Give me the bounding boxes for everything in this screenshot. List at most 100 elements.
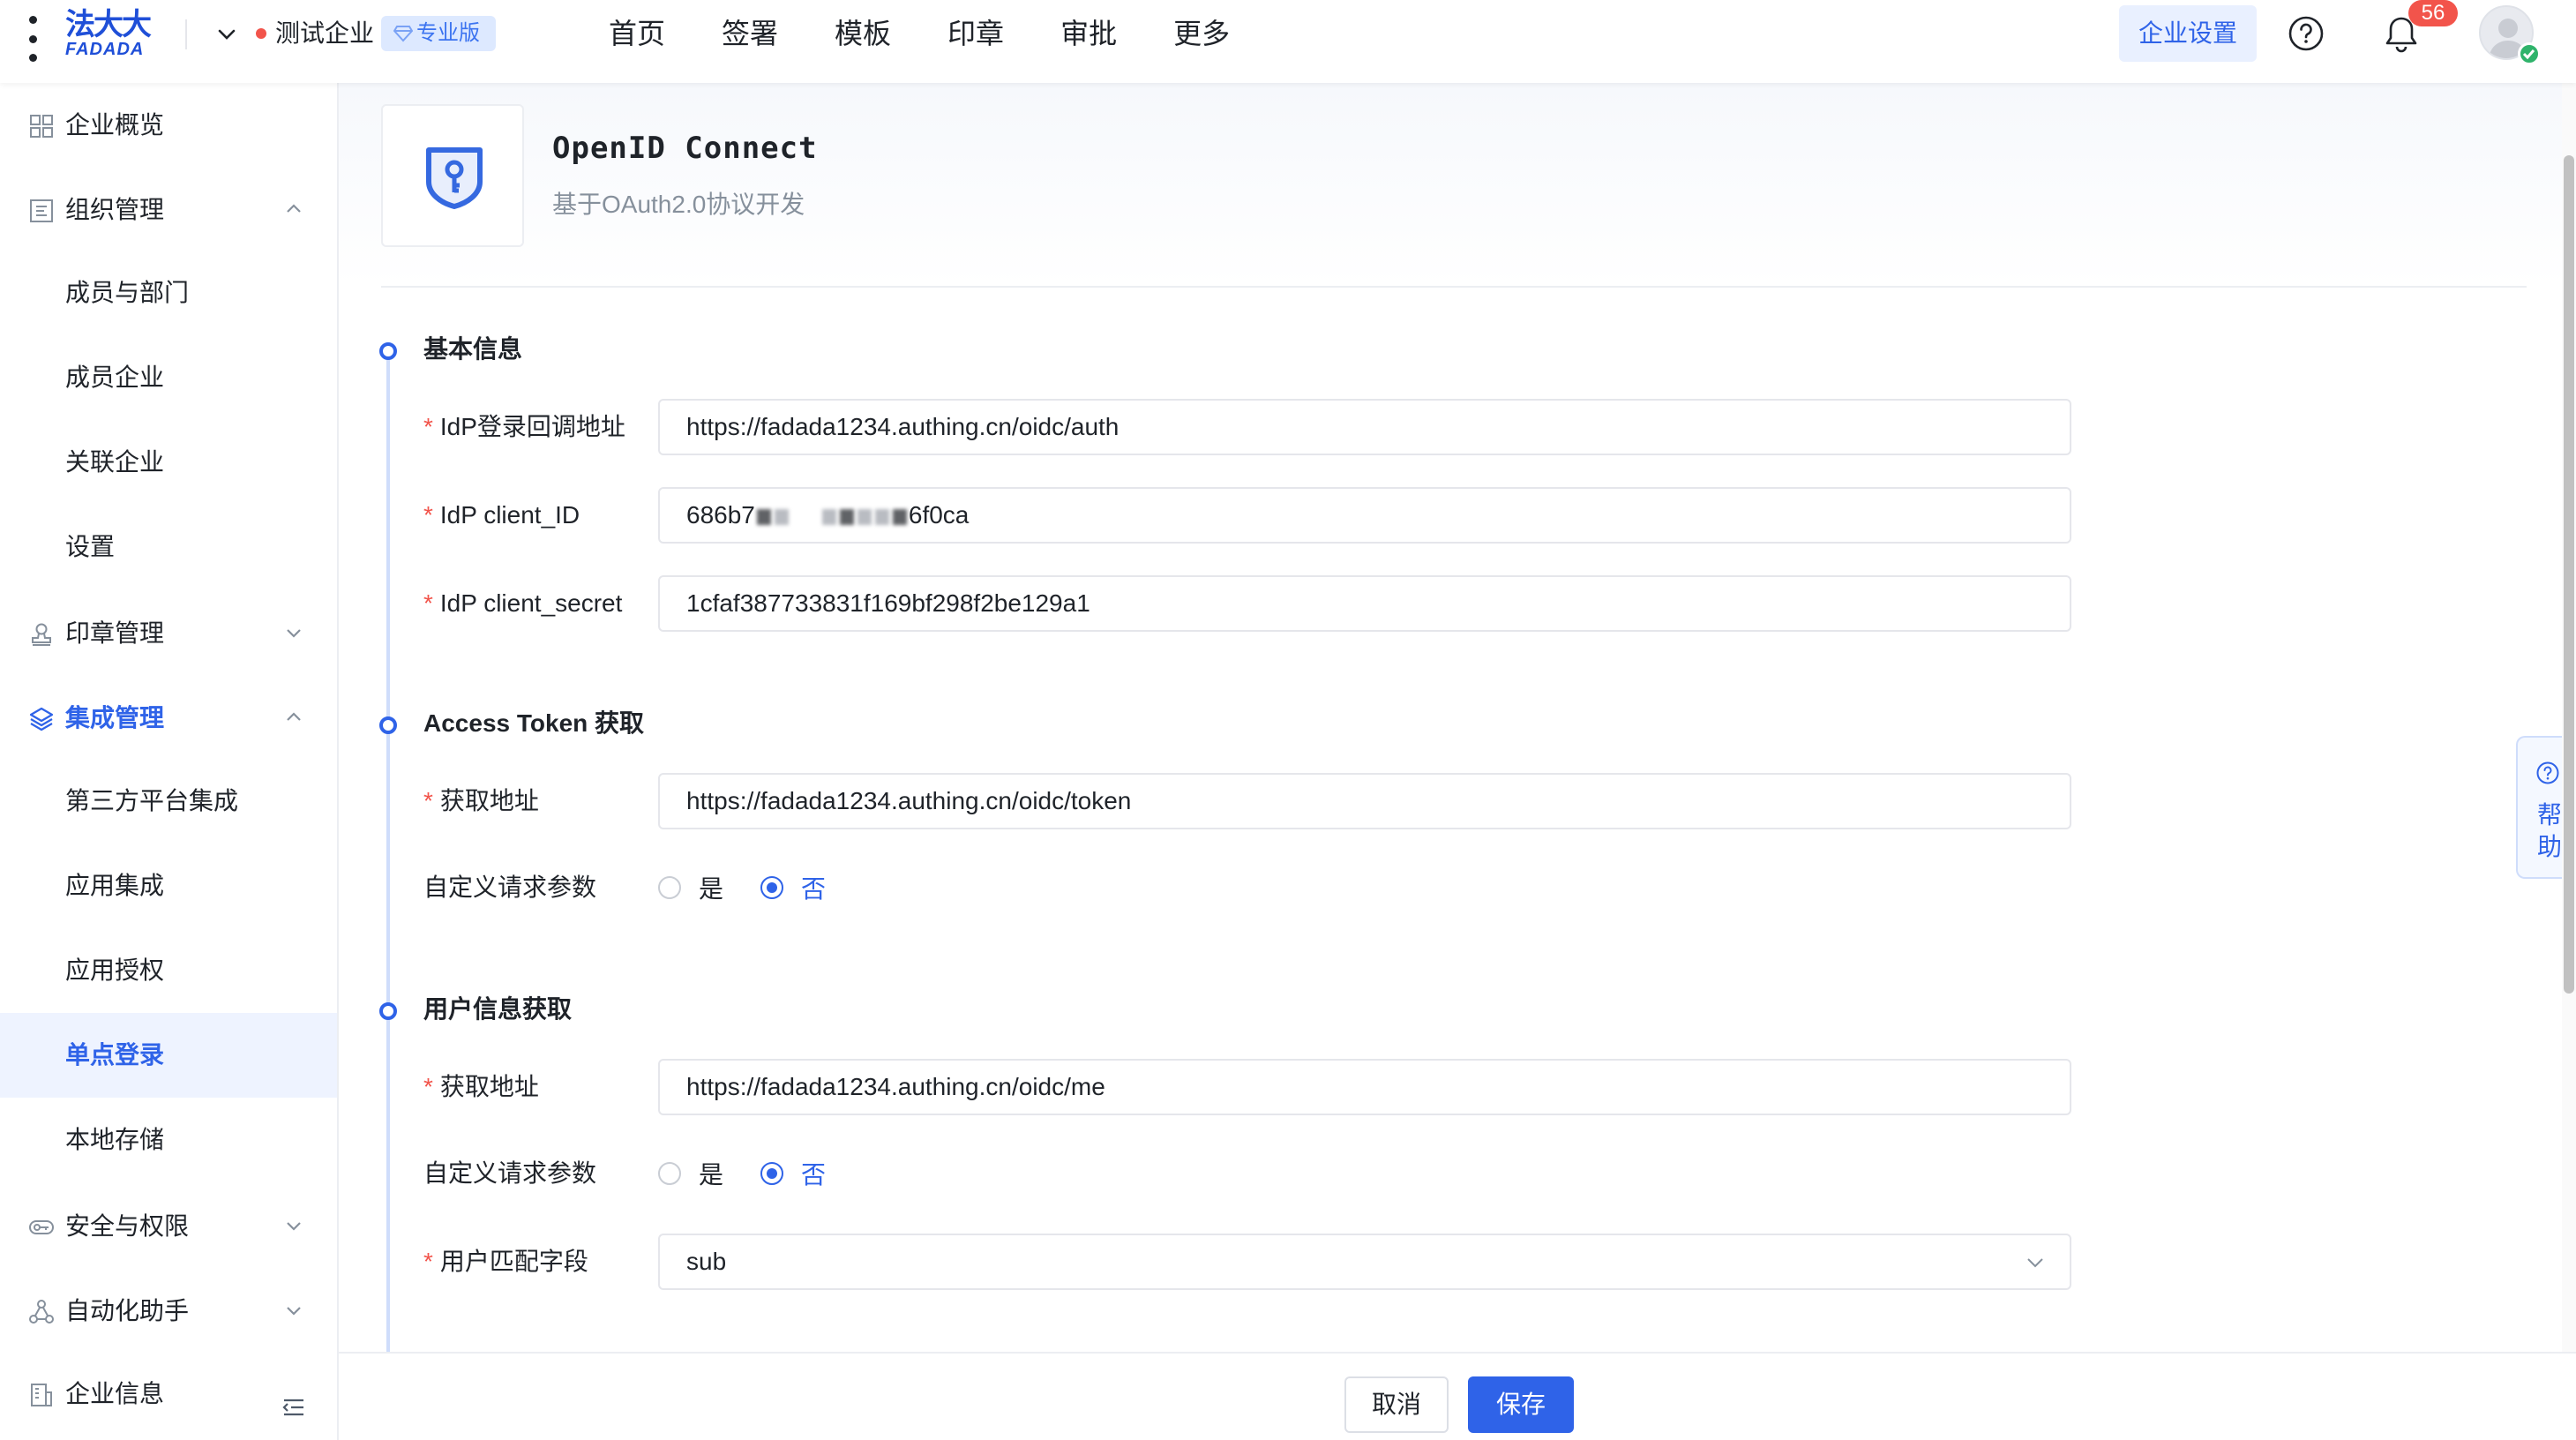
input-value: https://fadada1234.authing.cn/oidc/auth — [686, 413, 1120, 440]
sidebar-item-app-integration[interactable]: 应用集成 — [0, 844, 337, 928]
notification-badge: 56 — [2408, 0, 2458, 26]
user-match-field-label: * 用户匹配字段 — [423, 1246, 588, 1278]
sidebar-item-label: 单点登录 — [65, 1041, 165, 1069]
nav-template[interactable]: 模板 — [835, 12, 891, 55]
label-text: IdP client_secret — [439, 589, 623, 617]
sidebar-item-label: 安全与权限 — [65, 1212, 190, 1240]
provider-subtitle: 基于OAuth2.0协议开发 — [552, 191, 805, 218]
sidebar-item-third-party-integration[interactable]: 第三方平台集成 — [0, 759, 337, 844]
user-match-field-select[interactable]: sub — [658, 1234, 2071, 1290]
save-button[interactable]: 保存 — [1468, 1376, 1574, 1433]
input-value-prefix: 686b7 — [686, 501, 755, 529]
sidebar-item-automation[interactable]: 自动化助手 — [0, 1269, 337, 1354]
sidebar-item-member-companies[interactable]: 成员企业 — [0, 335, 337, 420]
shield-key-icon — [426, 147, 483, 209]
radio-label-no[interactable]: 否 — [801, 1156, 826, 1191]
building-icon — [31, 1384, 52, 1406]
section-title-token: Access Token 获取 — [423, 709, 645, 737]
sidebar-item-label: 应用集成 — [65, 872, 165, 899]
timeline-dot — [379, 716, 397, 734]
required-mark: * — [423, 1248, 433, 1275]
section-title-basic: 基本信息 — [423, 335, 523, 363]
userinfo-custom-no-radio[interactable] — [760, 1162, 784, 1185]
sidebar-item-members-departments[interactable]: 成员与部门 — [0, 251, 337, 335]
select-value: sub — [686, 1248, 727, 1275]
client-id-input[interactable]: 686b7 6f0ca — [658, 487, 2071, 544]
userinfo-custom-yes-radio[interactable] — [658, 1162, 681, 1185]
logo[interactable]: 法大大 FADADA — [65, 9, 162, 58]
chevron-down-icon[interactable] — [215, 23, 238, 46]
nav-more[interactable]: 更多 — [1173, 12, 1230, 55]
layers-icon — [29, 707, 54, 731]
client-secret-label: * IdP client_secret — [423, 588, 622, 619]
sidebar-item-local-storage[interactable]: 本地存储 — [0, 1098, 337, 1182]
stamp-icon — [32, 623, 51, 646]
token-url-input[interactable]: https://fadada1234.authing.cn/oidc/token — [658, 773, 2071, 829]
nav-home[interactable]: 首页 — [609, 12, 665, 55]
edition-label: 专业版 — [416, 21, 480, 45]
company-name[interactable]: 测试企业 — [275, 18, 374, 49]
sidebar-item-label: 应用授权 — [65, 956, 165, 984]
sidebar-item-security[interactable]: 安全与权限 — [0, 1184, 337, 1269]
header-divider — [185, 19, 187, 49]
sidebar-item-integration[interactable]: 集成管理 — [0, 676, 337, 761]
sidebar-item-sso[interactable]: 单点登录 — [0, 1013, 337, 1098]
redacted-block — [839, 509, 854, 525]
chevron-down-icon — [2027, 1258, 2043, 1268]
sidebar-item-app-authorization[interactable]: 应用授权 — [0, 928, 337, 1013]
grid-icon — [30, 115, 53, 138]
required-mark: * — [423, 589, 433, 617]
app-menu-icon[interactable] — [25, 16, 41, 62]
sidebar-item-label: 企业信息 — [65, 1380, 165, 1407]
sidebar: 企业概览 组织管理 成员与部门 成员企业 关联企业 设置 印章管理 集成管理 第… — [0, 83, 339, 1440]
sidebar-item-related-companies[interactable]: 关联企业 — [0, 420, 337, 505]
redacted-block — [892, 509, 907, 525]
sidebar-item-seal-management[interactable]: 印章管理 — [0, 591, 337, 676]
input-value: https://fadada1234.authing.cn/oidc/token — [686, 787, 1132, 814]
sidebar-item-label: 设置 — [65, 533, 116, 560]
help-icon[interactable] — [2287, 14, 2325, 53]
sidebar-item-label: 关联企业 — [65, 448, 165, 476]
sidebar-item-overview[interactable]: 企业概览 — [0, 83, 337, 168]
radio-label-no[interactable]: 否 — [801, 870, 826, 905]
sidebar-item-org-settings[interactable]: 设置 — [0, 505, 337, 589]
collapse-sidebar-icon[interactable] — [281, 1394, 307, 1421]
form-footer: 取消 保存 — [339, 1352, 2576, 1440]
input-value: 1cfaf387733831f169bf298f2be129a1 — [686, 589, 1090, 617]
nav-sign[interactable]: 签署 — [722, 12, 778, 55]
token-custom-params-label: 自定义请求参数 — [423, 874, 597, 901]
edition-badge: 专业版 — [381, 16, 496, 51]
input-value-suffix: 6f0ca — [908, 501, 970, 529]
org-chart-icon — [30, 199, 53, 222]
provider-logo-card — [381, 104, 524, 247]
callback-url-input[interactable]: https://fadada1234.authing.cn/oidc/auth — [658, 399, 2071, 455]
redacted-block — [874, 509, 889, 525]
enterprise-settings-button[interactable]: 企业设置 — [2119, 5, 2257, 62]
token-custom-no-radio[interactable] — [760, 876, 784, 899]
token-custom-yes-radio[interactable] — [658, 876, 681, 899]
nav-seal[interactable]: 印章 — [947, 12, 1004, 55]
nav-approval[interactable]: 审批 — [1060, 12, 1117, 55]
sidebar-item-label: 印章管理 — [65, 619, 165, 647]
cancel-button[interactable]: 取消 — [1344, 1376, 1449, 1433]
token-custom-params-radio-group: 是 否 — [658, 870, 863, 905]
chevron-down-icon — [287, 629, 301, 638]
label-text: 用户匹配字段 — [439, 1248, 588, 1275]
userinfo-custom-params-label: 自定义请求参数 — [423, 1159, 597, 1187]
sidebar-item-organization[interactable]: 组织管理 — [0, 168, 337, 252]
redacted-block — [756, 509, 771, 525]
radio-label-yes[interactable]: 是 — [699, 1156, 723, 1191]
client-secret-input[interactable]: 1cfaf387733831f169bf298f2be129a1 — [658, 575, 2071, 632]
label-text: 获取地址 — [439, 1073, 539, 1100]
header-gradient — [339, 83, 2576, 286]
redacted-block — [774, 509, 789, 525]
redacted-block — [857, 509, 872, 525]
sidebar-item-label: 第三方平台集成 — [65, 787, 239, 814]
userinfo-url-input[interactable]: https://fadada1234.authing.cn/oidc/me — [658, 1059, 2071, 1115]
main-nav: 首页 签署 模板 印章 审批 更多 — [609, 12, 1286, 55]
radio-label-yes[interactable]: 是 — [699, 870, 723, 905]
scrollbar-thumb[interactable] — [2564, 155, 2574, 994]
timeline-line — [386, 349, 390, 1440]
question-icon — [2536, 761, 2559, 784]
chevron-up-icon — [287, 204, 301, 213]
